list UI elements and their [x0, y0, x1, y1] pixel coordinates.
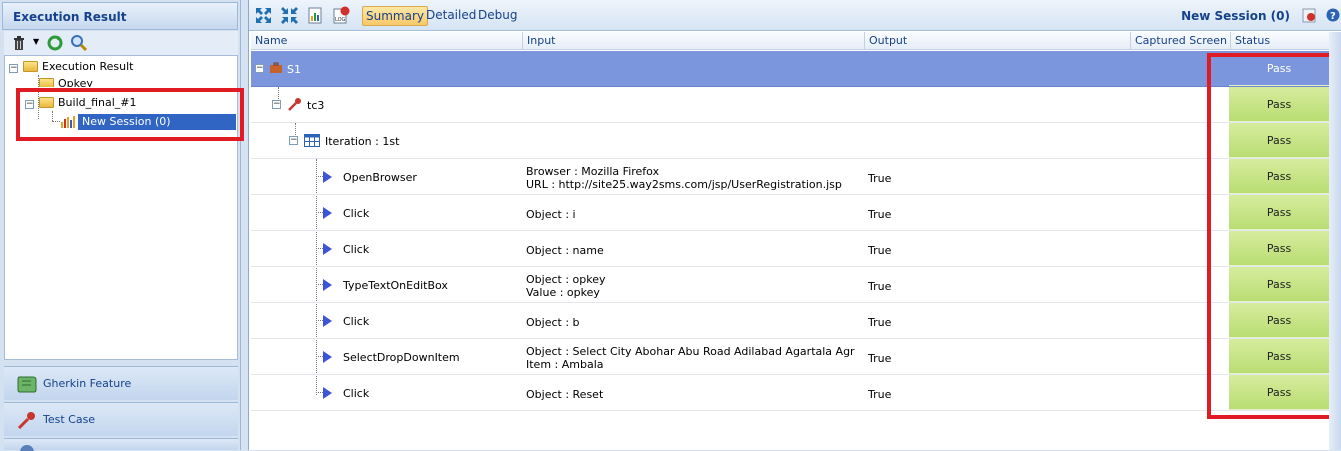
table-row[interactable]: Click Object : b True Pass [251, 303, 1331, 339]
tab-debug[interactable]: Debug [475, 6, 520, 26]
collapse-icon[interactable]: − [255, 64, 264, 73]
step-input: Object : name [526, 244, 604, 257]
play-icon [323, 315, 332, 327]
key-icon [288, 98, 301, 111]
table-row[interactable]: Click Object : Reset True Pass [251, 375, 1331, 411]
step-input: Object : Reset [526, 388, 604, 401]
play-icon [323, 351, 332, 363]
step-name: OpenBrowser [343, 171, 417, 184]
dropdown-arrow-icon[interactable]: ▼ [33, 37, 39, 46]
folder-icon [39, 78, 54, 87]
step-input: Browser : Mozilla Firefox [526, 165, 660, 178]
tab-summary[interactable]: Summary [362, 6, 428, 26]
highlight-box [1207, 53, 1333, 419]
tab-detailed[interactable]: Detailed [423, 6, 479, 26]
step-input: Object : b [526, 316, 580, 329]
panel-title: Execution Result [13, 10, 127, 24]
step-input-2: URL : http://site25.way2sms.com/jsp/User… [526, 178, 842, 191]
step-name: Click [343, 315, 370, 328]
scroll-icon [17, 376, 37, 393]
viewer-toolbar: LOG Summary Detailed Debug New Session (… [249, 0, 1341, 31]
column-name[interactable]: Name [251, 32, 523, 50]
collapse-all-icon[interactable] [281, 7, 298, 24]
step-name: Click [343, 207, 370, 220]
svg-text:?: ? [1330, 11, 1336, 22]
step-output: True [868, 316, 892, 329]
tree-item-opkey[interactable]: Opkey [39, 76, 93, 87]
table-icon [304, 134, 320, 147]
step-input-2: Item : Ambala [526, 358, 604, 371]
step-output: True [868, 244, 892, 257]
column-input[interactable]: Input [523, 32, 865, 50]
step-name: Click [343, 243, 370, 256]
play-icon [323, 387, 332, 399]
step-output: True [868, 172, 892, 185]
highlight-box [16, 88, 244, 141]
panel-header: Execution Result [2, 2, 238, 30]
step-output: True [868, 280, 892, 293]
side-panel-strip[interactable] [1329, 32, 1341, 450]
play-icon [323, 243, 332, 255]
testcase-name: tc3 [307, 99, 325, 112]
tree-item-execution-result[interactable]: − Execution Result [9, 59, 133, 75]
step-input-2: Value : opkey [526, 286, 600, 299]
search-icon[interactable] [70, 34, 88, 52]
play-icon [323, 279, 332, 291]
column-output[interactable]: Output [865, 32, 1131, 50]
testcase-row[interactable]: − tc3 Pass [251, 87, 1331, 123]
folder-icon [23, 61, 38, 72]
step-input: Object : i [526, 208, 576, 221]
column-captured-screen[interactable]: Captured Screen [1131, 32, 1231, 50]
play-icon [323, 171, 332, 183]
refresh-icon[interactable] [46, 34, 64, 52]
accordion-test-case[interactable]: Test Case [4, 402, 238, 436]
collapse-icon[interactable]: − [289, 136, 298, 145]
report-icon[interactable] [307, 7, 323, 24]
execution-result-panel: Execution Result ▼ − Execution Result Opk… [0, 0, 244, 451]
step-input: Object : opkey [526, 273, 606, 286]
iteration-name: Iteration : 1st [325, 135, 400, 148]
key-icon [17, 412, 35, 430]
collapse-icon[interactable]: − [272, 100, 281, 109]
collapse-icon[interactable]: − [9, 64, 18, 73]
column-status[interactable]: Status [1231, 32, 1331, 50]
step-name: Click [343, 387, 370, 400]
table-row[interactable]: Click Object : name True Pass [251, 231, 1331, 267]
step-output: True [868, 352, 892, 365]
accordion-gherkin-feature[interactable]: Gherkin Feature [4, 366, 238, 400]
step-output: True [868, 208, 892, 221]
step-input: Object : Select City Abohar Abu Road Adi… [526, 345, 855, 358]
step-name: TypeTextOnEditBox [343, 279, 448, 292]
play-icon [323, 207, 332, 219]
clear-log-icon[interactable]: LOG [333, 6, 350, 24]
expand-all-icon[interactable] [255, 7, 272, 24]
briefcase-icon [270, 62, 282, 73]
grid-header: Name Input Output Captured Screen Status [251, 32, 1331, 50]
table-row[interactable]: Click Object : i True Pass [251, 195, 1331, 231]
table-row[interactable]: SelectDropDownItem Object : Select City … [251, 339, 1331, 375]
export-icon[interactable] [1301, 7, 1318, 24]
help-icon[interactable]: ? [1326, 8, 1340, 22]
result-viewer: LOG Summary Detailed Debug New Session (… [248, 0, 1341, 450]
session-title: New Session (0) [1181, 9, 1290, 23]
suite-row[interactable]: − S1 Pass [251, 51, 1331, 87]
iteration-row[interactable]: − Iteration : 1st Pass [251, 123, 1331, 159]
step-output: True [868, 388, 892, 401]
accordion-more[interactable] [4, 438, 238, 451]
step-name: SelectDropDownItem [343, 351, 460, 364]
suite-name: S1 [287, 63, 301, 76]
table-row[interactable]: TypeTextOnEditBox Object : opkey Value :… [251, 267, 1331, 303]
svg-text:LOG: LOG [335, 17, 346, 23]
delete-icon[interactable] [10, 34, 28, 52]
table-row[interactable]: OpenBrowser Browser : Mozilla Firefox UR… [251, 159, 1331, 195]
panel-toolbar: ▼ [4, 31, 238, 55]
